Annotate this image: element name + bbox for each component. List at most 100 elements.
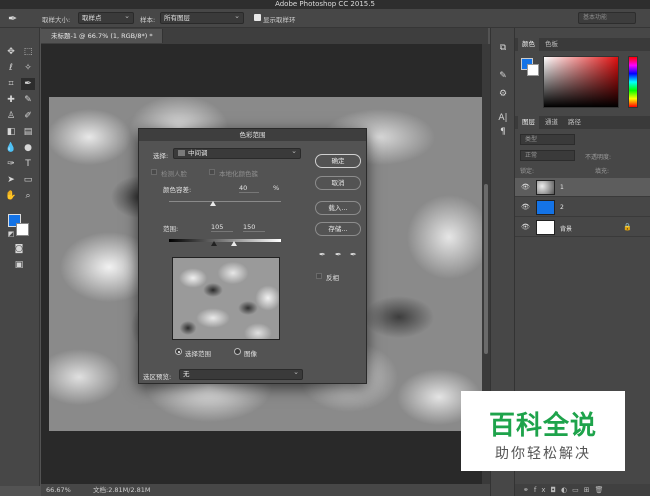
layer-row[interactable]: 👁 背景 🔒 — [515, 218, 650, 237]
layer-row[interactable]: 👁 1 — [515, 178, 650, 197]
range-high-input[interactable]: 150 — [243, 222, 265, 232]
cancel-button[interactable]: 取消 — [315, 176, 361, 190]
lasso-tool-icon[interactable]: ℓ — [4, 62, 18, 74]
zoom-tool-icon[interactable]: ⌕ — [21, 190, 35, 202]
hue-slider[interactable] — [628, 56, 638, 108]
document-size: 文档:2.81M/2.81M — [93, 486, 151, 494]
layer-name: 2 — [560, 204, 564, 211]
sample-select[interactable]: 所有图层 — [160, 11, 244, 24]
screen-mode-icon[interactable]: ▣ — [12, 259, 26, 271]
scrollbar-thumb[interactable] — [484, 184, 488, 354]
select-dropdown[interactable]: 中间调 — [173, 147, 301, 159]
dodge-tool-icon[interactable]: ● — [21, 142, 35, 154]
fuzziness-input[interactable]: 40 — [239, 183, 259, 193]
tab-layers[interactable]: 图层 — [518, 116, 539, 129]
adjustment-layer-icon[interactable]: ◐ — [561, 486, 572, 494]
stamp-tool-icon[interactable]: ♙ — [4, 110, 18, 122]
detect-faces-checkbox[interactable] — [151, 169, 157, 175]
layer-name: 1 — [560, 184, 564, 191]
save-button[interactable]: 存储... — [315, 222, 361, 236]
range-low-input[interactable]: 105 — [211, 222, 233, 232]
select-dropdown-value: 中间调 — [188, 149, 208, 157]
sample-size-select[interactable]: 取样点 — [78, 11, 134, 24]
character-panel-icon[interactable]: A| — [496, 112, 510, 124]
workspace-switcher[interactable]: 基本功能 — [578, 12, 636, 24]
layer-name: 背景 — [560, 226, 573, 233]
document-tab[interactable]: 未标题-1 @ 66.7% (1, RGB/8*) * — [41, 29, 163, 43]
blur-tool-icon[interactable]: 💧 — [4, 142, 18, 154]
move-tool-icon[interactable]: ✥ — [4, 46, 18, 58]
eyedropper-tool-icon[interactable]: ✒ — [21, 78, 35, 90]
fuzziness-slider-thumb[interactable] — [210, 201, 216, 206]
ok-button[interactable]: 确定 — [315, 154, 361, 168]
default-colors-icon[interactable]: ◩ — [4, 228, 18, 240]
brush-tool-icon[interactable]: ✎ — [21, 94, 35, 106]
fuzziness-slider-track[interactable] — [169, 201, 281, 202]
zoom-level[interactable]: 66.67% — [46, 484, 71, 496]
trash-icon[interactable]: 🗑 — [595, 486, 609, 494]
selection-radio[interactable] — [175, 348, 182, 355]
layer-filter-input[interactable]: 类型 — [520, 134, 575, 145]
brush-panel-icon[interactable]: ✎ — [496, 70, 510, 82]
invert-checkbox[interactable] — [316, 273, 322, 279]
layers-panel-tabs: 图层 通道 路径 — [515, 116, 650, 129]
eyedropper-tool-icon[interactable]: ✒ — [8, 12, 17, 25]
new-layer-icon[interactable]: ⊞ — [584, 486, 595, 494]
history-brush-icon[interactable]: ✐ — [21, 110, 35, 122]
localized-clusters-checkbox[interactable] — [209, 169, 215, 175]
properties-panel-icon[interactable] — [499, 88, 513, 100]
visibility-eye-icon[interactable]: 👁 — [521, 223, 530, 231]
layers-panel-footer: ⚭fx◘◐▭⊞🗑 — [515, 484, 650, 496]
show-ring-checkbox[interactable] — [254, 14, 261, 21]
tab-color[interactable]: 颜色 — [518, 38, 539, 51]
group-icon[interactable]: ▭ — [572, 486, 584, 494]
select-label: 选择: — [153, 152, 169, 160]
add-mask-icon[interactable]: ◘ — [550, 486, 561, 494]
magic-wand-tool-icon[interactable]: ✧ — [21, 62, 35, 74]
link-layers-icon[interactable]: ⚭ — [523, 486, 534, 494]
tab-swatches[interactable]: 色板 — [541, 38, 562, 51]
visibility-eye-icon[interactable]: 👁 — [521, 203, 530, 211]
fx-icon[interactable]: fx — [534, 486, 551, 494]
selection-preview-select[interactable]: 无 — [179, 368, 303, 380]
watermark-logo: 百科全说 助你轻松解决 — [461, 391, 625, 471]
hand-tool-icon[interactable]: ✋ — [4, 190, 18, 202]
tab-paths[interactable]: 路径 — [564, 116, 585, 129]
healing-tool-icon[interactable]: ✚ — [4, 94, 18, 106]
tab-channels[interactable]: 通道 — [541, 116, 562, 129]
eraser-tool-icon[interactable]: ◧ — [4, 126, 18, 138]
lock-label: 锁定: — [520, 168, 535, 175]
path-select-tool-icon[interactable]: ➤ — [4, 174, 18, 186]
fill-label: 填充: — [595, 168, 610, 175]
gradient-tool-icon[interactable]: ▤ — [21, 126, 35, 138]
watermark-subtitle: 助你轻松解决 — [495, 446, 591, 462]
eyedropper-icon[interactable]: ✒ — [319, 250, 326, 259]
marquee-tool-icon[interactable]: ⬚ — [21, 46, 35, 58]
status-bar: 66.67% 文档:2.81M/2.81M — [41, 484, 491, 496]
range-high-thumb[interactable] — [231, 241, 237, 246]
shape-tool-icon[interactable]: ▭ — [21, 174, 35, 186]
range-low-thumb[interactable] — [211, 241, 217, 246]
history-panel-icon[interactable]: ⧉ — [496, 42, 510, 54]
image-radio[interactable] — [234, 348, 241, 355]
layer-thumbnail — [536, 200, 555, 215]
3d-panel-icon[interactable] — [496, 129, 510, 141]
crop-tool-icon[interactable]: ⌗ — [4, 78, 18, 90]
layer-thumbnail — [536, 220, 555, 235]
layer-row[interactable]: 👁 2 — [515, 198, 650, 217]
color-panel-background[interactable] — [527, 64, 539, 76]
options-bar: ✒ 取样大小: 取样点 样本: 所有图层 显示取样环 基本功能 — [0, 9, 650, 28]
selection-preview-label: 选区预览: — [143, 373, 172, 381]
window-title: Adobe Photoshop CC 2015.5 — [0, 0, 650, 9]
type-tool-icon[interactable]: T — [21, 158, 35, 170]
eyedropper-add-icon[interactable]: ✒ — [335, 250, 342, 259]
quick-mask-icon[interactable]: ◙ — [12, 243, 26, 255]
visibility-eye-icon[interactable]: 👁 — [521, 183, 530, 191]
load-button[interactable]: 载入... — [315, 201, 361, 215]
eyedropper-subtract-icon[interactable]: ✒ — [350, 250, 357, 259]
color-panel-tabs: 颜色 色板 — [515, 38, 650, 51]
color-picker-field[interactable] — [543, 56, 619, 108]
blend-mode-select[interactable]: 正常 — [520, 150, 575, 161]
opacity-label: 不透明度: — [585, 154, 612, 161]
pen-tool-icon[interactable]: ✑ — [4, 158, 18, 170]
